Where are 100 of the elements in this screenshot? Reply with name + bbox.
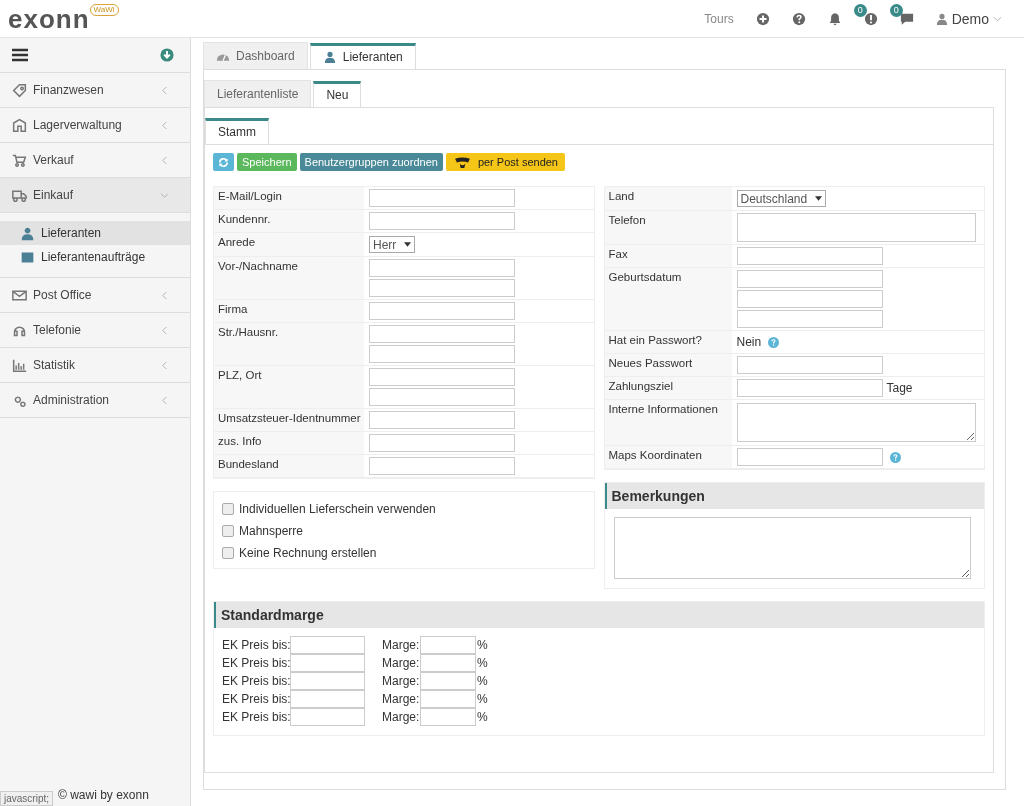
input-field[interactable] (369, 302, 515, 320)
user-icon (935, 12, 948, 25)
price-label: EK Preis bis: (222, 710, 290, 724)
price-label: EK Preis bis: (222, 692, 290, 706)
input-field[interactable] (736, 356, 883, 374)
chevron-icon (161, 120, 168, 130)
send-by-post-button[interactable]: per Post senden (445, 153, 565, 171)
input-field[interactable] (736, 448, 883, 466)
margin-input[interactable] (420, 672, 476, 690)
bar-chart-icon (12, 357, 27, 373)
alert-icon[interactable] (863, 11, 878, 26)
input-field[interactable] (736, 247, 883, 265)
input-field[interactable] (736, 379, 883, 397)
tab[interactable]: Lieferantenliste (204, 80, 312, 107)
field-label: Interne Informationen (604, 400, 732, 445)
menu-icon[interactable] (12, 48, 28, 62)
field-label: Fax (604, 245, 732, 267)
user-icon (20, 225, 35, 241)
margin-label: Marge: (382, 656, 420, 670)
price-input[interactable] (290, 708, 365, 726)
download-icon[interactable] (160, 48, 174, 62)
input-field[interactable] (736, 310, 883, 328)
field-label: Neues Passwort (604, 354, 732, 376)
input-field[interactable] (369, 325, 515, 343)
margin-label: Marge: (382, 674, 420, 688)
sidebar-item[interactable]: Lagerverwaltung (0, 108, 190, 143)
sidebar-item[interactable]: Einkauf (0, 178, 190, 213)
user-menu[interactable]: Demo (935, 10, 1002, 27)
unit-label: % (477, 638, 488, 652)
checkbox[interactable] (222, 503, 234, 515)
sidebar-item[interactable]: Administration (0, 383, 190, 418)
section-header: Bemerkungen (604, 483, 984, 509)
field-label: Geburtsdatum (604, 268, 732, 330)
field-value: Nein (736, 335, 762, 349)
price-input[interactable] (290, 672, 365, 690)
input-field[interactable] (369, 279, 515, 297)
sidebar-item[interactable]: Telefonie (0, 313, 190, 348)
select-field[interactable]: Herr (369, 236, 416, 253)
input-field[interactable] (736, 290, 883, 308)
input-field[interactable] (369, 212, 515, 230)
tab[interactable]: Dashboard (203, 42, 308, 69)
tab[interactable]: Neu (313, 81, 362, 108)
sidebar-item[interactable]: Post Office (0, 278, 190, 313)
remarks-text-area[interactable] (613, 517, 971, 579)
input-field[interactable] (736, 270, 883, 288)
margin-input[interactable] (420, 708, 476, 726)
field-label: Firma (214, 300, 364, 322)
tab[interactable]: Lieferanten (309, 43, 416, 70)
refresh-button[interactable] (213, 153, 234, 171)
field-label: Hat ein Passwort? (604, 331, 732, 353)
chevron-icon (161, 155, 168, 165)
price-label: EK Preis bis: (222, 674, 290, 688)
tours-link[interactable]: Tours (704, 11, 734, 26)
sidebar-item[interactable]: Finanzwesen (0, 73, 190, 108)
unit-label: % (477, 710, 488, 724)
margin-label: Marge: (382, 710, 420, 724)
input-field[interactable] (369, 411, 515, 429)
margin-input[interactable] (420, 636, 476, 654)
user-icon (322, 51, 337, 63)
input-field[interactable] (369, 345, 515, 363)
add-icon[interactable] (755, 11, 770, 26)
margin-input[interactable] (420, 690, 476, 708)
field-label: Telefon (604, 211, 732, 244)
sidebar-subitem[interactable]: Lieferanten (0, 221, 190, 245)
field-label: Vor-/Nachname (214, 257, 364, 299)
input-field[interactable] (369, 388, 515, 406)
price-label: EK Preis bis: (222, 638, 290, 652)
input-field[interactable] (369, 457, 515, 475)
field-label: zus. Info (214, 432, 364, 454)
price-input[interactable] (290, 654, 365, 672)
price-input[interactable] (290, 636, 365, 654)
price-label: EK Preis bis: (222, 656, 290, 670)
logo-text: exonn (8, 3, 90, 34)
chat-icon[interactable] (899, 11, 914, 26)
tab[interactable]: Stamm (205, 118, 269, 145)
text-area[interactable] (736, 403, 976, 442)
help-icon[interactable] (791, 11, 806, 26)
input-field[interactable] (369, 434, 515, 452)
unit-label: % (477, 656, 488, 670)
sidebar-subitem[interactable]: Lieferantenaufträge (0, 245, 190, 269)
caret-icon (404, 242, 412, 247)
assign-groups-button[interactable]: Benutzergruppen zuordnen (299, 153, 443, 171)
input-field[interactable] (369, 189, 515, 207)
section-header: Standardmarge (214, 602, 984, 628)
price-input[interactable] (290, 690, 365, 708)
unit-label: % (477, 692, 488, 706)
caret-icon (993, 15, 1002, 22)
select-field[interactable]: Deutschland (736, 190, 827, 207)
building-icon (12, 117, 27, 133)
input-field[interactable] (369, 259, 515, 277)
checkbox[interactable] (222, 525, 234, 537)
caret-icon (815, 196, 823, 201)
input-field[interactable] (369, 368, 515, 386)
checkbox[interactable] (222, 547, 234, 559)
sidebar-item[interactable]: Statistik (0, 348, 190, 383)
chevron-icon (161, 360, 168, 370)
input-field[interactable] (736, 213, 976, 242)
chevron-icon (161, 85, 168, 95)
margin-input[interactable] (420, 654, 476, 672)
bell-icon[interactable] (827, 11, 842, 26)
